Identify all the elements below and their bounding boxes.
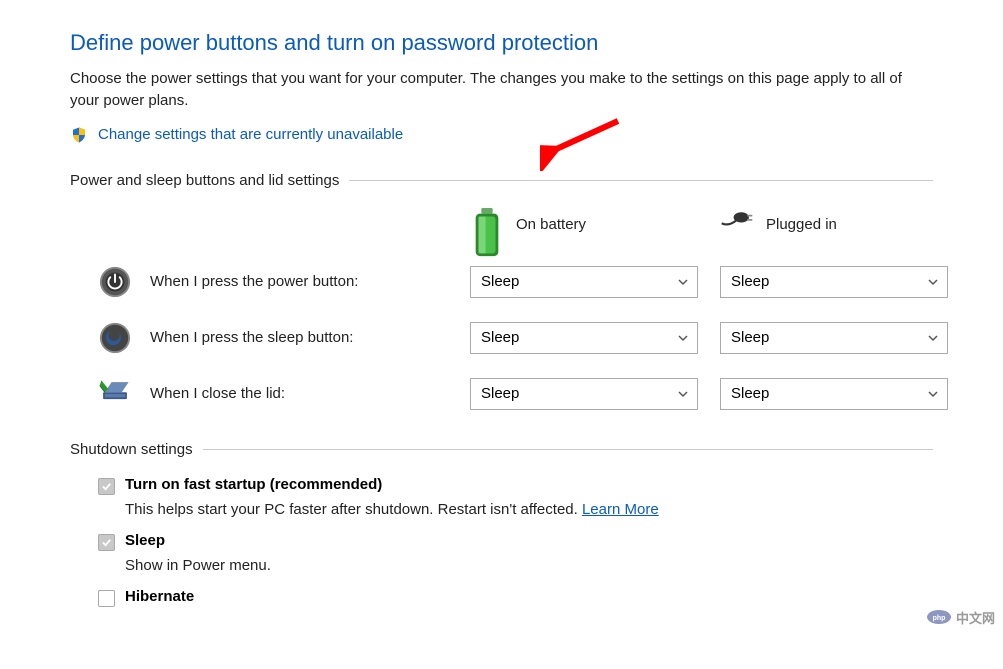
desc-text: This helps start your PC faster after sh… — [125, 501, 582, 518]
select-value: Sleep — [481, 329, 519, 346]
column-label: Plugged in — [766, 216, 837, 233]
column-header-plugged: Plugged in — [720, 207, 948, 243]
column-label: On battery — [516, 216, 586, 233]
row-label-text: When I close the lid: — [150, 385, 285, 402]
chevron-down-icon — [927, 276, 939, 288]
section-power-buttons: Power and sleep buttons and lid settings — [70, 172, 933, 189]
fast-startup-desc: This helps start your PC faster after sh… — [98, 501, 933, 518]
column-header-battery: On battery — [470, 207, 698, 243]
sleep-button-icon — [98, 321, 132, 355]
page-title: Define power buttons and turn on passwor… — [70, 30, 933, 56]
power-button-icon — [98, 265, 132, 299]
battery-icon — [470, 208, 504, 242]
select-value: Sleep — [481, 385, 519, 402]
section-header-text: Power and sleep buttons and lid settings — [70, 172, 339, 189]
php-logo-icon: php — [926, 609, 952, 625]
page-description: Choose the power settings that you want … — [70, 68, 933, 112]
change-settings-link[interactable]: Change settings that are currently unava… — [98, 126, 403, 143]
select-value: Sleep — [731, 273, 769, 290]
sleep-checkbox[interactable] — [98, 534, 115, 551]
lid-battery-select[interactable]: Sleep — [470, 378, 698, 410]
checkbox-label: Turn on fast startup (recommended) — [125, 476, 382, 493]
select-value: Sleep — [731, 385, 769, 402]
divider — [349, 180, 933, 181]
desc-text: Show in Power menu. — [125, 557, 271, 574]
power-settings-grid: On battery Plugged in When I press the p… — [70, 207, 933, 411]
select-value: Sleep — [731, 329, 769, 346]
lid-plugged-select[interactable]: Sleep — [720, 378, 948, 410]
chevron-down-icon — [927, 332, 939, 344]
annotation-arrow-icon — [540, 116, 620, 171]
hibernate-checkbox[interactable] — [98, 590, 115, 607]
power-button-plugged-select[interactable]: Sleep — [720, 266, 948, 298]
shield-icon — [70, 126, 88, 144]
checkbox-label: Sleep — [125, 532, 165, 549]
power-button-battery-select[interactable]: Sleep — [470, 266, 698, 298]
sleep-desc: Show in Power menu. — [98, 557, 933, 574]
section-header-text: Shutdown settings — [70, 441, 193, 458]
sleep-button-battery-select[interactable]: Sleep — [470, 322, 698, 354]
fast-startup-checkbox[interactable] — [98, 478, 115, 495]
watermark-text: 中文网 — [956, 608, 995, 627]
chevron-down-icon — [677, 332, 689, 344]
sleep-button-plugged-select[interactable]: Sleep — [720, 322, 948, 354]
plug-icon — [720, 208, 754, 242]
row-sleep-button: When I press the sleep button: — [70, 321, 470, 355]
divider — [203, 449, 933, 450]
shutdown-settings-list: Turn on fast startup (recommended) This … — [70, 476, 933, 607]
section-shutdown: Shutdown settings — [70, 441, 933, 458]
svg-text:php: php — [933, 615, 946, 622]
change-settings-row: Change settings that are currently unava… — [70, 126, 933, 144]
fast-startup-row: Turn on fast startup (recommended) — [98, 476, 933, 495]
chevron-down-icon — [927, 388, 939, 400]
sleep-row: Sleep — [98, 532, 933, 551]
row-label-text: When I press the power button: — [150, 273, 358, 290]
select-value: Sleep — [481, 273, 519, 290]
hibernate-row: Hibernate — [98, 588, 933, 607]
row-power-button: When I press the power button: — [70, 265, 470, 299]
chevron-down-icon — [677, 276, 689, 288]
learn-more-link[interactable]: Learn More — [582, 501, 659, 518]
row-label-text: When I press the sleep button: — [150, 329, 353, 346]
row-lid: When I close the lid: — [70, 377, 470, 411]
checkbox-label: Hibernate — [125, 588, 194, 605]
lid-icon — [98, 377, 132, 411]
watermark: php 中文网 — [926, 608, 995, 627]
chevron-down-icon — [677, 388, 689, 400]
